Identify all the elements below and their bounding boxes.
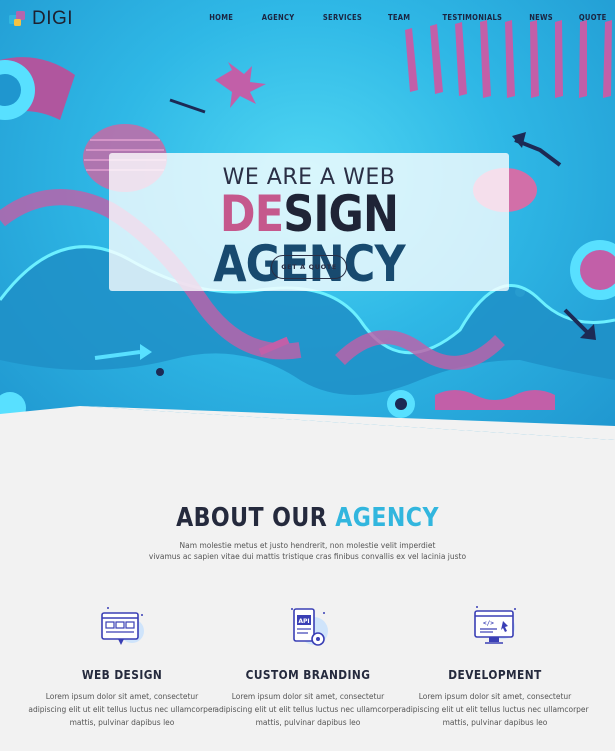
branding-icon: API <box>291 608 328 646</box>
get-quote-button[interactable]: GET A QUOTE <box>271 255 347 279</box>
feature-title-development: DEVELOPMENT <box>448 667 542 682</box>
about-description: Nam molestie metus et justo hendrerit, n… <box>130 540 485 562</box>
nav-team[interactable]: TEAM <box>388 13 410 22</box>
feature-web-design: WEB DESIGN Lorem ipsum dolor sit amet, c… <box>27 605 217 729</box>
nav-testimonials[interactable]: TESTIMONIALS <box>443 13 503 22</box>
nav-agency[interactable]: AGENCY <box>261 13 294 22</box>
feature-text-custom-branding: Lorem ipsum dolor sit amet, consectetur … <box>213 690 403 729</box>
feature-text-line: Lorem ipsum dolor sit amet, consectetur <box>45 692 199 701</box>
hero-section: DIGI HOME AGENCY SERVICES TEAM TESTIMONI… <box>0 0 615 440</box>
feature-title-web-design: WEB DESIGN <box>81 667 163 682</box>
nav-quote[interactable]: QUOTE <box>579 13 607 22</box>
feature-text-line: adipiscing elit ut elit tellus luctus ne… <box>214 705 402 714</box>
hero-card: WE ARE A WEB DESIGN AGENCY GET A QUOTE <box>109 153 509 291</box>
about-title-part-1: ABOUT OUR <box>176 503 328 533</box>
feature-text-line: mattis, pulvinar dapibus leo <box>442 718 548 727</box>
feature-text-development: Lorem ipsum dolor sit amet, consectetur … <box>400 690 590 729</box>
feature-text-web-design: Lorem ipsum dolor sit amet, consectetur … <box>27 690 217 729</box>
feature-text-line: Lorem ipsum dolor sit amet, consectetur <box>231 692 385 701</box>
main-nav: HOME AGENCY SERVICES TEAM TESTIMONIALS N… <box>183 13 607 22</box>
feature-text-line: mattis, pulvinar dapibus leo <box>255 718 361 727</box>
feature-text-line: Lorem ipsum dolor sit amet, consectetur <box>418 692 572 701</box>
nav-services[interactable]: SERVICES <box>323 13 362 22</box>
about-description-line-2: vivamus ac sapien vitae dui mattis trist… <box>148 552 467 561</box>
brand-name: DIGI <box>32 8 74 29</box>
about-title-part-2: AGENCY <box>335 503 439 533</box>
web-design-icon <box>101 607 144 645</box>
feature-text-line: mattis, pulvinar dapibus leo <box>69 718 175 727</box>
nav-news[interactable]: NEWS <box>529 13 553 22</box>
feature-text-line: adipiscing elit ut elit tellus luctus ne… <box>401 705 589 714</box>
about-title: ABOUT OUR AGENCY <box>46 503 569 533</box>
brand-logo[interactable]: DIGI <box>8 8 73 30</box>
development-icon: </> <box>474 606 516 644</box>
feature-text-line: adipiscing elit ut elit tellus luctus ne… <box>28 705 216 714</box>
nav-home[interactable]: HOME <box>210 13 234 22</box>
svg-text:</>: </> <box>483 620 494 627</box>
logo-icon <box>9 11 25 26</box>
about-description-line-1: Nam molestie metus et justo hendrerit, n… <box>179 541 436 550</box>
feature-title-custom-branding: CUSTOM BRANDING <box>245 667 371 682</box>
feature-development: </> DEVELOPMENT Lorem ipsum dolor sit am… <box>400 605 590 729</box>
svg-text:API: API <box>298 618 309 625</box>
feature-custom-branding: API CUSTOM BRANDING Lorem ipsum dolor si… <box>213 605 403 729</box>
